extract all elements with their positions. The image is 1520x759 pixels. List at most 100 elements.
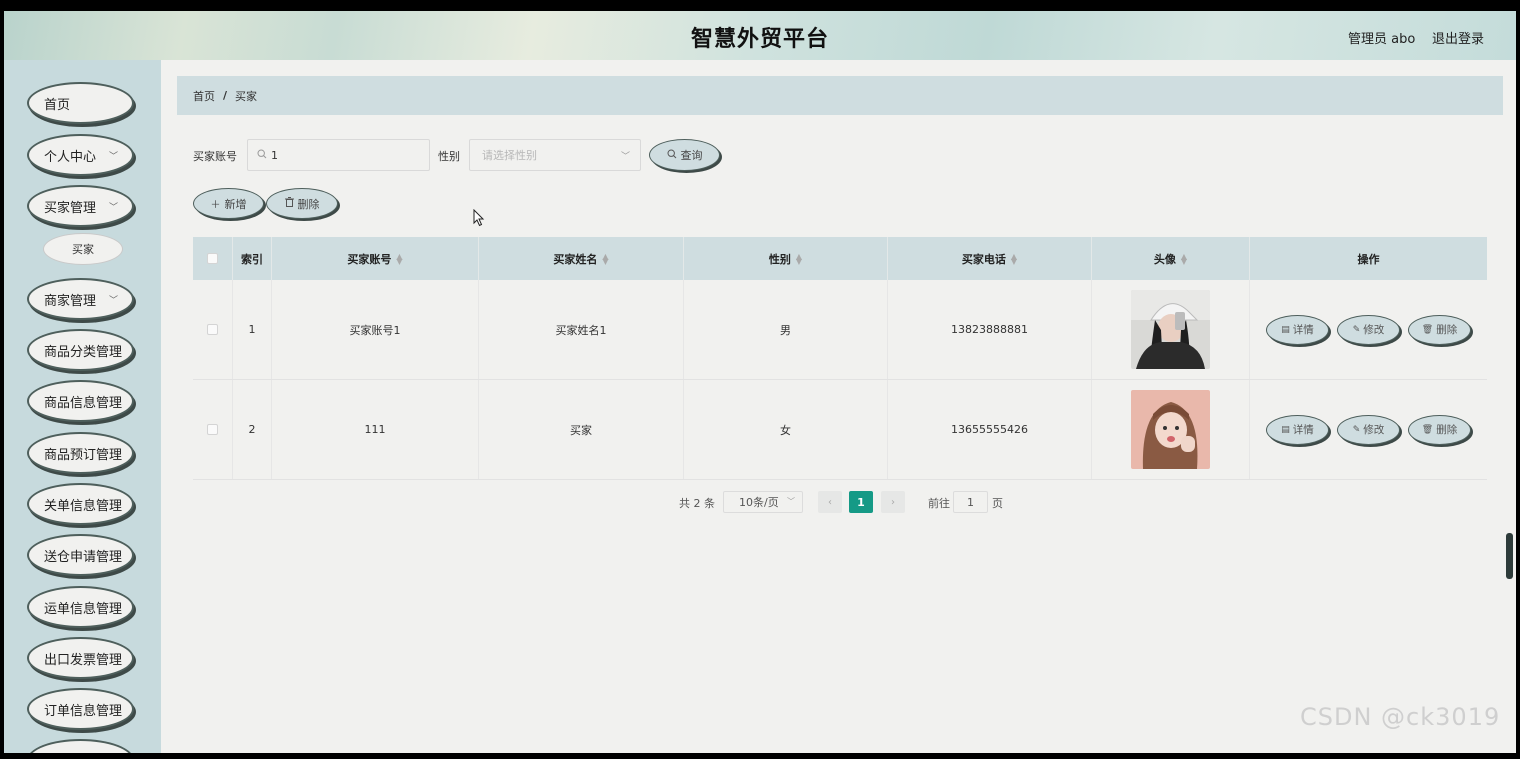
select-all-checkbox[interactable]: [207, 253, 218, 264]
trash-icon: 🗑: [1421, 424, 1434, 435]
admin-name: 管理员 abo: [1348, 32, 1416, 47]
column-header-label: 买家电话: [961, 252, 1006, 266]
prev-page-button[interactable]: ‹: [818, 491, 842, 513]
column-header-actions: 操作: [1357, 252, 1380, 266]
edit-button[interactable]: ✎ 修改: [1337, 314, 1400, 345]
query-button[interactable]: 查询: [649, 139, 720, 171]
sidebar: 首页 个人中心 ﹀ 买家管理 ﹀ 买家 商家管理 ﹀ 商品分类管理 商品信息管理 商品…: [4, 60, 161, 753]
detail-button-label: 详情: [1292, 324, 1314, 336]
breadcrumb-home[interactable]: 首页: [193, 88, 215, 104]
breadcrumb: 首页 / 买家: [177, 76, 1503, 115]
sidebar-subitem-buyer[interactable]: 买家: [43, 233, 123, 265]
table-row: 1 买家账号1 买家姓名1 男 13823888881 ▤ 详情 ✎ 修改 🗑 …: [193, 280, 1487, 380]
sidebar-item-warehouse-request[interactable]: 送仓申请管理: [27, 534, 134, 576]
gender-select[interactable]: 请选择性别 ﹀: [469, 139, 641, 171]
goto-page-input[interactable]: 1: [953, 491, 988, 513]
delete-button-label: 删除: [297, 197, 320, 211]
add-button-label: 新增: [224, 197, 247, 211]
row-delete-button-label: 删除: [1436, 324, 1458, 336]
sidebar-item-label: 个人中心: [44, 149, 97, 165]
chevron-down-icon: ﹀: [620, 152, 630, 162]
sidebar-item-product-management[interactable]: 商品信息管理: [27, 380, 134, 422]
cell-gender: 女: [684, 380, 888, 479]
chevron-down-icon: ﹀: [108, 152, 118, 162]
goto-prefix: 前往: [928, 497, 950, 510]
edit-button-label: 修改: [1363, 324, 1385, 336]
sidebar-item-merchant-management[interactable]: 商家管理 ﹀: [27, 278, 134, 320]
avatar[interactable]: [1131, 390, 1210, 469]
header: 智慧外贸平台 管理员 abo 退出登录: [4, 11, 1516, 60]
edit-icon: ✎: [1352, 324, 1361, 335]
cell-avatar: [1092, 380, 1250, 479]
sidebar-item-reservation-management[interactable]: 商品预订管理: [27, 432, 134, 474]
sidebar-item-home[interactable]: 首页: [27, 82, 134, 124]
sidebar-item-label: 商品预订管理: [44, 447, 123, 463]
breadcrumb-current: 买家: [235, 89, 258, 103]
sidebar-item-buyer-management[interactable]: 买家管理 ﹀: [27, 185, 134, 227]
sidebar-item-label: 订单信息管理: [44, 703, 123, 719]
chevron-down-icon: ﹀: [787, 497, 795, 506]
scroll-handle[interactable]: [1506, 533, 1513, 579]
detail-button[interactable]: ▤ 详情: [1266, 414, 1329, 445]
sort-icon[interactable]: ▲ ▼: [796, 252, 802, 265]
sort-icon[interactable]: ▲ ▼: [1181, 252, 1187, 265]
table-header: 索引 买家账号 ▲ ▼ 买家姓名 ▲ ▼ 性别 ▲ ▼ 买家电话 ▲ ▼ 头像 ▲ ▼ 操作: [193, 237, 1487, 280]
cell-phone: 13823888881: [888, 280, 1092, 379]
sidebar-item-customs-management[interactable]: 关单信息管理: [27, 483, 134, 525]
edit-icon: ✎: [1352, 424, 1361, 435]
next-page-button[interactable]: ›: [881, 491, 905, 513]
goto-suffix: 页: [992, 497, 1003, 510]
sidebar-item-label: 首页: [44, 97, 71, 113]
row-select-cell: [193, 380, 233, 479]
delete-button[interactable]: 删除: [266, 188, 338, 219]
avatar[interactable]: [1131, 290, 1210, 369]
detail-button[interactable]: ▤ 详情: [1266, 314, 1329, 345]
sort-icon[interactable]: ▲ ▼: [396, 252, 402, 265]
sort-icon[interactable]: ▲ ▼: [602, 252, 608, 265]
account-search-input[interactable]: 1: [247, 139, 430, 171]
trash-icon: 🗑: [1421, 324, 1434, 335]
gender-select-placeholder: 请选择性别: [482, 149, 537, 162]
row-delete-button[interactable]: 🗑 删除: [1408, 414, 1471, 445]
cell-index: 2: [233, 380, 272, 479]
edit-button-label: 修改: [1363, 424, 1385, 436]
edit-button[interactable]: ✎ 修改: [1337, 414, 1400, 445]
row-checkbox[interactable]: [207, 424, 218, 435]
sidebar-item-personal-center[interactable]: 个人中心 ﹀: [27, 134, 134, 176]
row-checkbox[interactable]: [207, 324, 218, 335]
column-header-avatar[interactable]: 头像 ▲ ▼: [1092, 237, 1250, 280]
gender-label: 性别: [438, 150, 460, 163]
row-select-cell: [193, 280, 233, 379]
add-button[interactable]: ＋ 新增: [193, 188, 264, 219]
column-header-phone[interactable]: 买家电话 ▲ ▼: [888, 237, 1092, 280]
sidebar-item-category-management[interactable]: 商品分类管理: [27, 329, 134, 371]
page-size-select[interactable]: 10条/页 ﹀: [723, 491, 803, 513]
cell-name: 买家: [479, 380, 684, 479]
detail-button-label: 详情: [1292, 424, 1314, 436]
column-header-gender[interactable]: 性别 ▲ ▼: [684, 237, 888, 280]
buyer-table: 索引 买家账号 ▲ ▼ 买家姓名 ▲ ▼ 性别 ▲ ▼ 买家电话 ▲ ▼ 头像 ▲ ▼ 操作 1 买…: [193, 237, 1487, 480]
cell-actions: ▤ 详情 ✎ 修改 🗑 删除: [1250, 380, 1487, 479]
cell-account: 买家账号1: [272, 280, 479, 379]
select-all-cell: [193, 237, 233, 280]
column-header-name[interactable]: 买家姓名 ▲ ▼: [479, 237, 684, 280]
sidebar-item-label: 出口发票管理: [44, 652, 123, 668]
sort-icon[interactable]: ▲ ▼: [1011, 252, 1017, 265]
search-icon: [257, 148, 267, 162]
logout-link[interactable]: 退出登录: [1432, 28, 1484, 47]
page-number-current[interactable]: 1: [849, 491, 873, 513]
cell-account: 111: [272, 380, 479, 479]
cell-avatar: [1092, 280, 1250, 379]
sidebar-item-partial[interactable]: [27, 739, 134, 753]
sidebar-item-label: 买家管理: [44, 200, 97, 216]
row-delete-button[interactable]: 🗑 删除: [1408, 314, 1471, 345]
chevron-down-icon: ﹀: [108, 296, 118, 306]
sidebar-item-invoice-management[interactable]: 出口发票管理: [27, 637, 134, 679]
sidebar-item-label: 商品分类管理: [44, 344, 123, 360]
sidebar-item-waybill-management[interactable]: 运单信息管理: [27, 586, 134, 628]
document-icon: ▤: [1281, 324, 1290, 335]
sidebar-item-order-management[interactable]: 订单信息管理: [27, 688, 134, 730]
column-header-account[interactable]: 买家账号 ▲ ▼: [272, 237, 479, 280]
sidebar-item-label: 商家管理: [44, 293, 97, 309]
plus-icon: ＋: [210, 200, 221, 211]
